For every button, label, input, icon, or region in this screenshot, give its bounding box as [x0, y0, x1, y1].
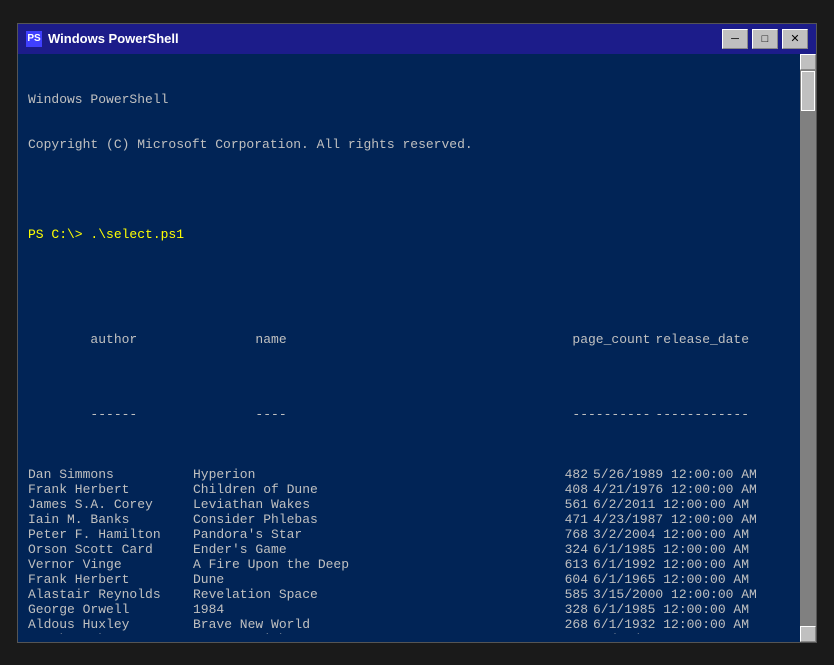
- cell-date: 6/1/1992 12:00:00 AM: [593, 557, 749, 572]
- table-row: Peter F. HamiltonPandora's Star7683/2/20…: [28, 527, 806, 542]
- cell-date: 10/15/1969 12:00:00 AM: [593, 632, 765, 634]
- table-row: Frank HerbertDune Messiah33110/15/1969 1…: [28, 632, 806, 634]
- column-separators: --------------------------------: [28, 392, 806, 437]
- minimize-button[interactable]: ─: [722, 29, 748, 49]
- header-line-2: Copyright (C) Microsoft Corporation. All…: [28, 137, 806, 152]
- cell-pages: 471: [503, 512, 593, 527]
- cell-pages: 328: [503, 602, 593, 617]
- powershell-icon: PS: [26, 31, 42, 47]
- column-headers: authornamepage_countrelease_date: [28, 317, 806, 362]
- cell-name: Revelation Space: [193, 587, 503, 602]
- table-row: George Orwell19843286/1/1985 12:00:00 AM: [28, 602, 806, 617]
- cell-name: Brave New World: [193, 617, 503, 632]
- cell-pages: 585: [503, 587, 593, 602]
- cell-name: A Fire Upon the Deep: [193, 557, 503, 572]
- cell-name: Children of Dune: [193, 482, 503, 497]
- powershell-window: PS Windows PowerShell ─ □ ✕ Windows Powe…: [17, 23, 817, 643]
- cell-pages: 331: [503, 632, 593, 634]
- cell-author: Aldous Huxley: [28, 617, 193, 632]
- cell-author: Vernor Vinge: [28, 557, 193, 572]
- cell-pages: 324: [503, 542, 593, 557]
- header-line-1: Windows PowerShell: [28, 92, 806, 107]
- table-row: James S.A. CoreyLeviathan Wakes5616/2/20…: [28, 497, 806, 512]
- cell-author: Frank Herbert: [28, 572, 193, 587]
- cell-date: 4/21/1976 12:00:00 AM: [593, 482, 757, 497]
- cell-date: 5/26/1989 12:00:00 AM: [593, 467, 757, 482]
- col-author-sep: ------: [90, 407, 255, 422]
- blank-line-1: [28, 182, 806, 197]
- terminal-content: Windows PowerShell Copyright (C) Microso…: [28, 62, 806, 634]
- col-date-header: release_date: [655, 332, 749, 347]
- cell-author: Frank Herbert: [28, 482, 193, 497]
- cell-pages: 768: [503, 527, 593, 542]
- cell-author: Frank Herbert: [28, 632, 193, 634]
- blank-line-2: [28, 272, 806, 287]
- cell-name: Dune Messiah: [193, 632, 503, 634]
- cell-author: Dan Simmons: [28, 467, 193, 482]
- cell-date: 3/15/2000 12:00:00 AM: [593, 587, 757, 602]
- col-pages-header: page_count: [565, 332, 655, 347]
- cell-name: Ender's Game: [193, 542, 503, 557]
- window-title: Windows PowerShell: [48, 31, 722, 46]
- col-date-sep: ------------: [655, 407, 749, 422]
- close-button[interactable]: ✕: [782, 29, 808, 49]
- cell-name: Hyperion: [193, 467, 503, 482]
- table-row: Vernor VingeA Fire Upon the Deep6136/1/1…: [28, 557, 806, 572]
- cell-date: 6/2/2011 12:00:00 AM: [593, 497, 749, 512]
- cell-name: 1984: [193, 602, 503, 617]
- table-row: Dan SimmonsHyperion4825/26/1989 12:00:00…: [28, 467, 806, 482]
- scrollbar-track[interactable]: [800, 70, 816, 626]
- col-author-header: author: [90, 332, 255, 347]
- cell-date: 3/2/2004 12:00:00 AM: [593, 527, 749, 542]
- data-rows: Dan SimmonsHyperion4825/26/1989 12:00:00…: [28, 467, 806, 634]
- terminal-body[interactable]: Windows PowerShell Copyright (C) Microso…: [18, 54, 816, 642]
- cell-name: Dune: [193, 572, 503, 587]
- cell-pages: 268: [503, 617, 593, 632]
- cell-pages: 408: [503, 482, 593, 497]
- cell-pages: 613: [503, 557, 593, 572]
- cell-author: Peter F. Hamilton: [28, 527, 193, 542]
- scroll-up-button[interactable]: ▲: [800, 54, 816, 70]
- table-row: Frank HerbertChildren of Dune4084/21/197…: [28, 482, 806, 497]
- cell-author: James S.A. Corey: [28, 497, 193, 512]
- cell-pages: 482: [503, 467, 593, 482]
- table-row: Iain M. BanksConsider Phlebas4714/23/198…: [28, 512, 806, 527]
- table-row: Alastair ReynoldsRevelation Space5853/15…: [28, 587, 806, 602]
- table-row: Orson Scott CardEnder's Game3246/1/1985 …: [28, 542, 806, 557]
- maximize-button[interactable]: □: [752, 29, 778, 49]
- cell-name: Pandora's Star: [193, 527, 503, 542]
- cell-date: 6/1/1965 12:00:00 AM: [593, 572, 749, 587]
- scrollbar[interactable]: ▲ ▼: [800, 54, 816, 642]
- cell-date: 6/1/1985 12:00:00 AM: [593, 542, 749, 557]
- cell-name: Leviathan Wakes: [193, 497, 503, 512]
- table-row: Aldous HuxleyBrave New World2686/1/1932 …: [28, 617, 806, 632]
- cell-author: Orson Scott Card: [28, 542, 193, 557]
- cell-name: Consider Phlebas: [193, 512, 503, 527]
- cell-date: 6/1/1985 12:00:00 AM: [593, 602, 749, 617]
- prompt-1: PS C:\> .\select.ps1: [28, 227, 806, 242]
- title-bar: PS Windows PowerShell ─ □ ✕: [18, 24, 816, 54]
- window-controls: ─ □ ✕: [722, 29, 808, 49]
- cell-author: Iain M. Banks: [28, 512, 193, 527]
- cell-author: George Orwell: [28, 602, 193, 617]
- col-name-header: name: [255, 332, 565, 347]
- scrollbar-thumb[interactable]: [801, 71, 815, 111]
- cell-date: 6/1/1932 12:00:00 AM: [593, 617, 749, 632]
- cell-pages: 561: [503, 497, 593, 512]
- cell-pages: 604: [503, 572, 593, 587]
- cell-date: 4/23/1987 12:00:00 AM: [593, 512, 757, 527]
- cell-author: Alastair Reynolds: [28, 587, 193, 602]
- col-name-sep: ----: [255, 407, 565, 422]
- col-pages-sep: ----------: [565, 407, 655, 422]
- table-row: Frank HerbertDune6046/1/1965 12:00:00 AM: [28, 572, 806, 587]
- scroll-down-button[interactable]: ▼: [800, 626, 816, 642]
